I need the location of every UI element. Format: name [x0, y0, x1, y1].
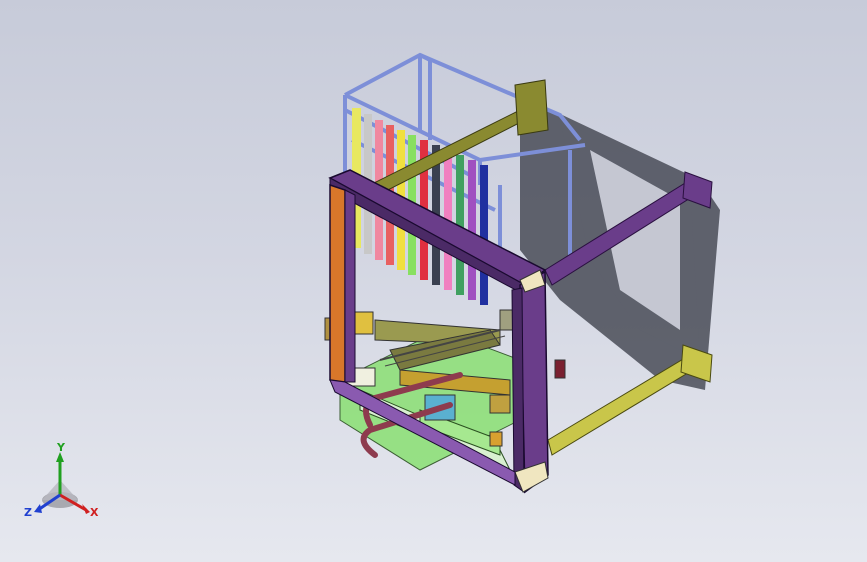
- yellow-support-beam: [547, 344, 713, 456]
- view-triad[interactable]: Y X Z: [20, 440, 110, 530]
- cad-viewport[interactable]: Y X Z: [0, 0, 867, 562]
- triad-y-label: Y: [56, 441, 66, 454]
- triad-x-label: X: [90, 506, 99, 519]
- triad-z-label: Z: [24, 506, 32, 519]
- cad-model-render[interactable]: [0, 0, 867, 562]
- view-triad-icon: Y X Z: [24, 441, 99, 519]
